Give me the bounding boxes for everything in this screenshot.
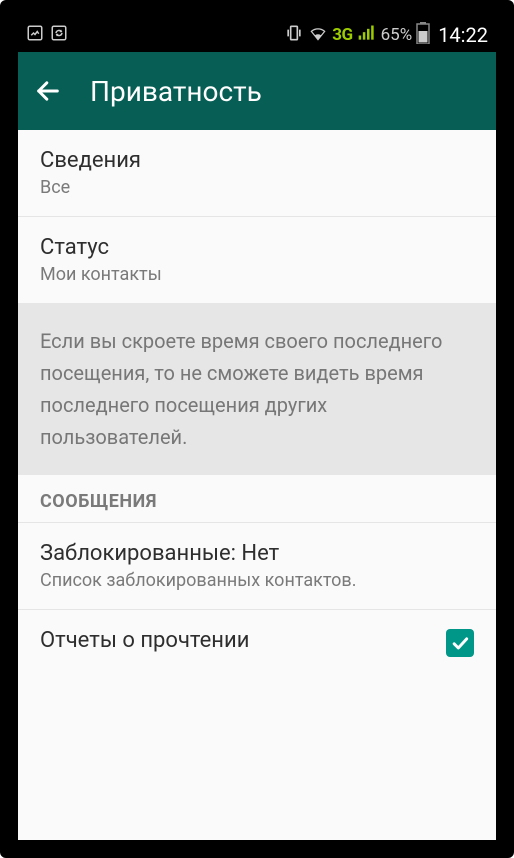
about-title: Сведения <box>40 148 474 173</box>
read-receipts-title: Отчеты о прочтении <box>40 628 249 653</box>
read-receipts-setting[interactable]: Отчеты о прочтении <box>18 610 496 675</box>
battery-percentage: 65% <box>381 25 413 45</box>
phone-screen: 3G 65% 14:22 Приватность Сведения <box>18 18 496 840</box>
status-value: Мои контакты <box>40 264 474 285</box>
wifi-icon <box>308 23 328 48</box>
status-setting[interactable]: Статус Мои контакты <box>18 217 496 303</box>
content[interactable]: Сведения Все Статус Мои контакты Если вы… <box>18 130 496 840</box>
about-setting[interactable]: Сведения Все <box>18 130 496 217</box>
battery-icon <box>416 22 430 49</box>
check-icon <box>450 633 470 653</box>
network-label: 3G <box>332 25 352 45</box>
status-bar: 3G 65% 14:22 <box>18 18 496 52</box>
sync-icon <box>50 24 68 47</box>
phone-frame: 3G 65% 14:22 Приватность Сведения <box>0 0 514 858</box>
screenshot-icon <box>26 24 44 47</box>
back-button[interactable] <box>34 77 62 105</box>
vibrate-icon <box>284 23 304 48</box>
app-bar: Приватность <box>18 52 496 130</box>
status-right: 3G 65% 14:22 <box>284 22 488 49</box>
blocked-setting[interactable]: Заблокированные: Нет Список заблокирован… <box>18 523 496 610</box>
status-left <box>26 24 68 47</box>
blocked-sub: Список заблокированных контактов. <box>40 570 474 591</box>
read-receipts-checkbox[interactable] <box>446 629 474 657</box>
page-title: Приватность <box>90 75 262 108</box>
clock: 14:22 <box>438 23 488 47</box>
about-value: Все <box>40 177 474 198</box>
last-seen-info: Если вы скроете время своего последнего … <box>18 303 496 475</box>
status-title: Статус <box>40 235 474 260</box>
section-messages: СООБЩЕНИЯ <box>18 475 496 523</box>
signal-icon <box>357 23 377 48</box>
blocked-title: Заблокированные: Нет <box>40 541 474 566</box>
